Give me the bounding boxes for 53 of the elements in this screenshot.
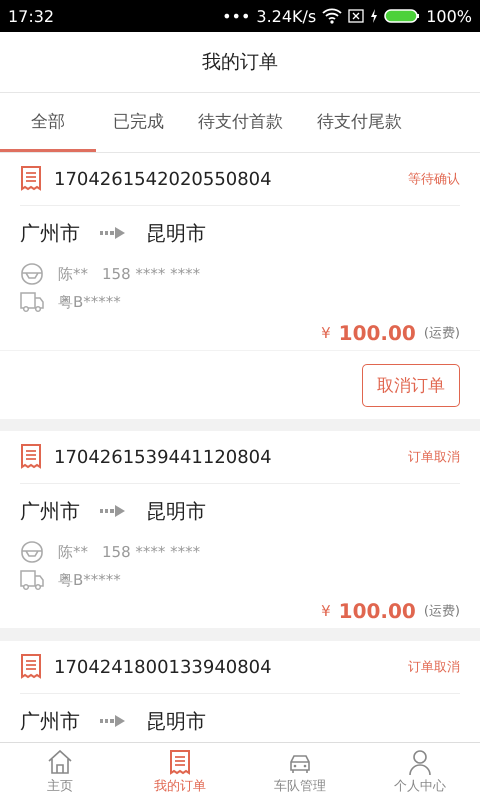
driver-name: 陈**	[58, 542, 88, 562]
destination-city: 昆明市	[146, 220, 206, 246]
price-note: (运费)	[424, 603, 460, 620]
filter-tab[interactable]: 待支付尾款	[300, 93, 419, 152]
driver-phone: 158 **** ****	[102, 543, 200, 561]
wifi-icon	[322, 8, 342, 24]
cancel-order-button[interactable]: 取消订单	[362, 364, 460, 406]
status-dots: •••	[222, 6, 250, 26]
order-status: 订单取消	[408, 659, 460, 676]
price-note: (运费)	[424, 325, 460, 342]
order-number: 1704261542020550804	[54, 168, 273, 190]
plate-number: 粤B*****	[58, 292, 121, 312]
receipt-icon	[20, 166, 42, 192]
battery-level: 100%	[426, 6, 472, 26]
home-icon	[46, 748, 74, 776]
network-speed: 3.24K/s	[256, 6, 316, 26]
order-status: 等待确认	[408, 171, 460, 188]
truck-icon	[20, 569, 44, 591]
currency-sign: ¥	[321, 324, 331, 342]
order-number: 1704241800133940804	[54, 656, 273, 678]
driver-icon	[20, 263, 44, 285]
filter-tab[interactable]: 已完成	[96, 93, 181, 152]
nav-tab[interactable]: 主页	[0, 743, 120, 800]
order-number: 1704261539441120804	[54, 446, 273, 468]
filter-tab[interactable]: 待支付首款	[181, 93, 300, 152]
price-amount: 100.00	[338, 599, 416, 623]
driver-name: 陈**	[58, 264, 88, 284]
receipt-icon	[20, 654, 42, 680]
nav-tab[interactable]: 我的订单	[120, 743, 240, 800]
battery-icon	[384, 8, 420, 24]
truck-icon	[20, 291, 44, 313]
arrow-icon	[100, 715, 126, 727]
sim-icon	[348, 9, 364, 23]
driver-phone: 158 **** ****	[102, 265, 200, 283]
status-time: 17:32	[8, 6, 54, 26]
nav-tab[interactable]: 车队管理	[240, 743, 360, 800]
origin-city: 广州市	[20, 220, 80, 246]
page-title: 我的订单	[202, 50, 278, 75]
arrow-icon	[100, 227, 126, 239]
person-icon	[406, 748, 434, 776]
order-status: 订单取消	[408, 449, 460, 466]
price-amount: 100.00	[338, 321, 416, 345]
receipt-icon	[20, 444, 42, 470]
currency-sign: ¥	[321, 602, 331, 620]
nav-tab[interactable]: 个人中心	[360, 743, 480, 800]
origin-city: 广州市	[20, 708, 80, 734]
destination-city: 昆明市	[146, 498, 206, 524]
charging-icon	[370, 9, 378, 23]
origin-city: 广州市	[20, 498, 80, 524]
driver-icon	[20, 541, 44, 563]
plate-number: 粤B*****	[58, 570, 121, 590]
destination-city: 昆明市	[146, 708, 206, 734]
arrow-icon	[100, 505, 126, 517]
